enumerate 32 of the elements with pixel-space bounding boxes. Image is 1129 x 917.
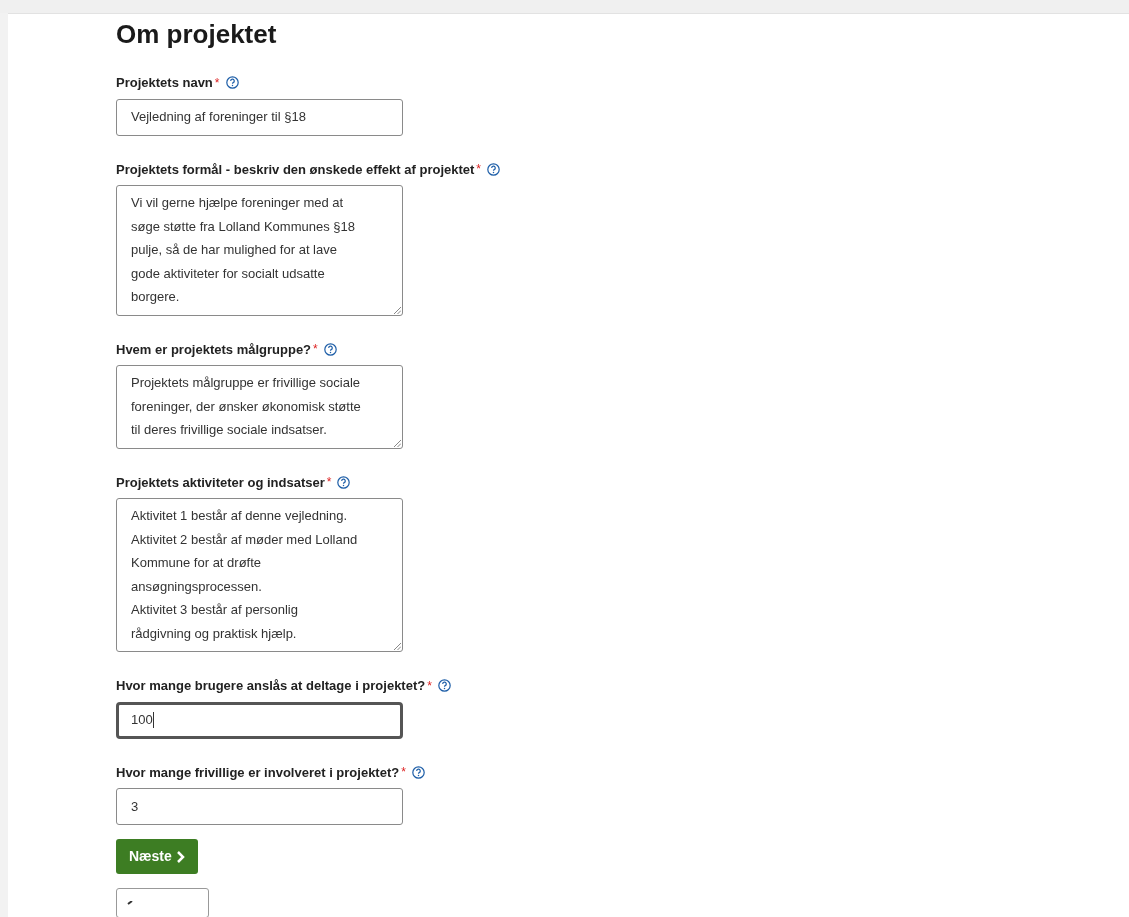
- resize-handle-icon[interactable]: [394, 643, 401, 650]
- required-marker: *: [313, 341, 318, 359]
- text-cursor: [152, 712, 154, 728]
- field-label: Projektets navn: [116, 74, 213, 92]
- help-icon[interactable]: [225, 76, 239, 90]
- textarea-field[interactable]: Projektets målgruppe er frivillige sociale foreninger, der ønsker økonomisk støtte til deres frivillige sociale indsatser.: [116, 365, 403, 449]
- required-marker: *: [476, 161, 481, 179]
- help-icon[interactable]: [487, 162, 500, 176]
- field-label: Hvor mange brugere anslås at deltage i projektet?: [116, 677, 426, 695]
- textarea-field[interactable]: Vi vil gerne hjælpe foreninger med at søge støtte fra Lolland Kommunes §18 pulje, så de har mulighed for at lave gode aktiviteter for socialt udsatte borgere.: [116, 185, 403, 316]
- help-icon[interactable]: [337, 475, 351, 489]
- input-field[interactable]: 3: [116, 788, 403, 825]
- field-label: Hvem er projektets målgruppe?: [116, 340, 312, 359]
- input-field[interactable]: 100: [116, 701, 403, 739]
- field-label: Hvor mange frivillige er involveret i projektet?: [116, 763, 400, 782]
- resize-handle-icon[interactable]: [394, 306, 401, 314]
- help-icon[interactable]: [411, 765, 425, 779]
- chevron-right-icon: [175, 850, 185, 863]
- page-heading: Om projektet: [116, 18, 278, 51]
- textarea-field[interactable]: Aktivitet 1 består af denne vejledning. Aktivitet 2 består af møder med Lolland Kommune for at drøfte ansøgningsprocessen. Aktivitet 3 består af personlig rådgivning og praktisk hjælp.: [116, 498, 403, 652]
- back-button[interactable]: [116, 888, 209, 917]
- required-marker: *: [326, 474, 332, 492]
- next-button[interactable]: Næste: [116, 839, 198, 874]
- field-label: Projektets formål - beskriv den ønskede effekt af projektet: [116, 160, 475, 179]
- required-marker: *: [401, 764, 406, 782]
- help-icon[interactable]: [437, 679, 451, 693]
- help-icon[interactable]: [323, 342, 337, 356]
- required-marker: *: [427, 677, 432, 695]
- field-label: Projektets aktiviteter og indsatser: [116, 473, 325, 492]
- input-field[interactable]: Vejledning af foreninger til §18: [116, 98, 403, 136]
- required-marker: *: [214, 74, 220, 92]
- resize-handle-icon[interactable]: [394, 439, 401, 447]
